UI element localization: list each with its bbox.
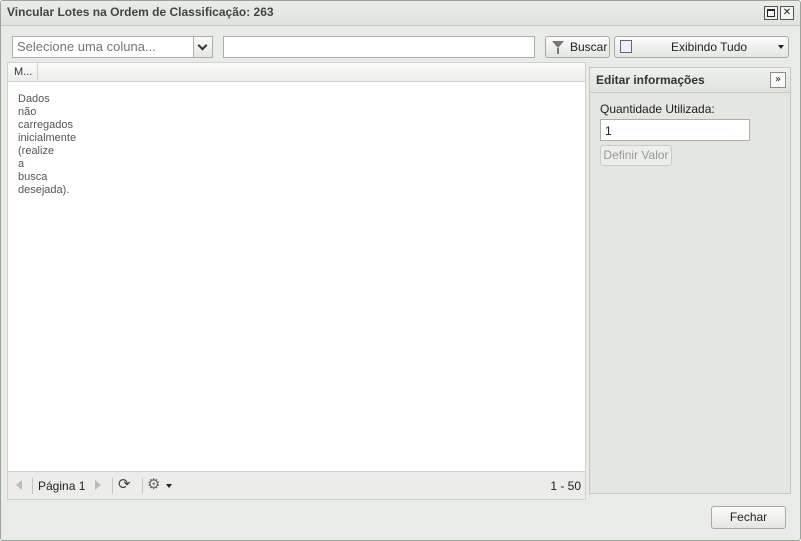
gear-icon[interactable]: ⚙ <box>147 476 160 493</box>
filter-icon <box>552 41 564 54</box>
window-title: Vincular Lotes na Ordem de Classificação… <box>7 5 274 19</box>
display-filter-dropdown[interactable]: Exibindo Tudo <box>614 36 789 58</box>
toolbar: Buscar Exibindo Tudo <box>1 31 800 61</box>
search-input[interactable] <box>224 38 532 57</box>
empty-message: Dados não carregados inicialmente (reali… <box>18 93 77 196</box>
title-bar: Vincular Lotes na Ordem de Classificação… <box>1 1 800 26</box>
page-range: 1 - 50 <box>550 479 581 493</box>
search-field[interactable] <box>223 36 535 58</box>
separator <box>112 478 113 494</box>
grid-header: M... <box>8 63 585 82</box>
pagination-bar: Página 1 ⟳ ⚙ 1 - 50 <box>8 471 585 499</box>
panel-header: Editar informações » <box>590 68 790 93</box>
panel-title: Editar informações <box>596 73 705 87</box>
dialog-window: Vincular Lotes na Ordem de Classificação… <box>0 0 801 541</box>
next-page-icon[interactable] <box>95 480 101 490</box>
quantity-label: Quantidade Utilizada: <box>600 102 715 116</box>
search-button[interactable]: Buscar <box>545 36 610 58</box>
close-icon[interactable] <box>780 6 794 20</box>
separator <box>32 478 33 494</box>
close-button[interactable]: Fechar <box>711 506 786 529</box>
gear-dropdown-arrow-icon[interactable] <box>166 484 172 488</box>
column-select[interactable] <box>12 36 213 58</box>
display-filter-icon <box>620 40 632 53</box>
column-select-input[interactable] <box>13 37 193 55</box>
maximize-icon[interactable] <box>764 6 778 20</box>
search-button-label: Buscar <box>570 40 608 54</box>
quantity-field[interactable] <box>600 119 750 141</box>
refresh-icon[interactable]: ⟳ <box>118 476 131 493</box>
collapse-panel-icon[interactable]: » <box>770 72 786 88</box>
quantity-input[interactable] <box>601 122 749 140</box>
dropdown-arrow-icon <box>778 45 784 49</box>
results-grid: M... Dados não carregados inicialmente (… <box>7 62 586 500</box>
edit-info-panel: Editar informações » Quantidade Utilizad… <box>589 67 791 494</box>
display-filter-label: Exibindo Tudo <box>671 40 748 54</box>
page-label: Página 1 <box>38 479 86 493</box>
prev-page-icon[interactable] <box>16 480 22 490</box>
separator <box>142 478 143 494</box>
chevron-down-icon[interactable] <box>193 37 212 57</box>
column-header[interactable]: M... <box>8 63 38 81</box>
set-value-button[interactable]: Definir Valor <box>600 145 672 166</box>
